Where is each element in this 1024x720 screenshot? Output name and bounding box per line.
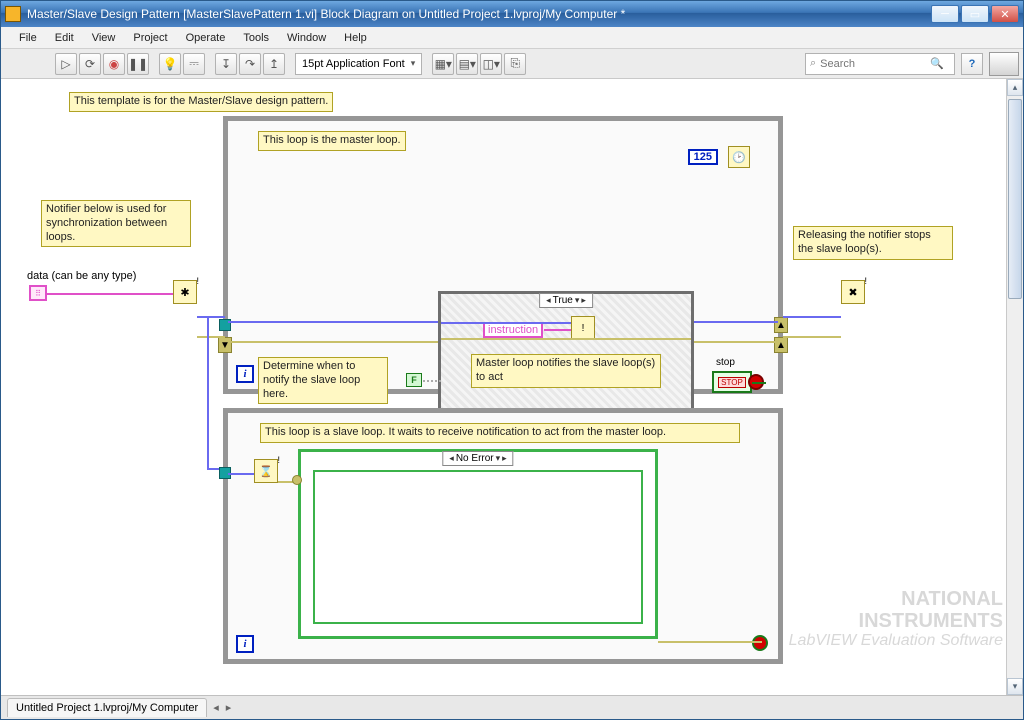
notifier-desc-label: Notifier below is used for synchronizati… (41, 200, 191, 247)
pause-button[interactable]: ❚❚ (127, 53, 149, 75)
scroll-down-button[interactable]: ▾ (1007, 678, 1023, 695)
stop-button-control[interactable]: stop STOP (712, 371, 752, 407)
menu-file[interactable]: File (11, 30, 45, 46)
project-path-tab[interactable]: Untitled Project 1.lvproj/My Computer (7, 698, 207, 717)
menubar: File Edit View Project Operate Tools Win… (1, 27, 1023, 49)
slave-while-loop[interactable]: i This loop is a slave loop. It waits to… (223, 408, 783, 664)
run-cont-button[interactable]: ⟳ (79, 53, 101, 75)
step-into-button[interactable]: ↧ (215, 53, 237, 75)
menu-window[interactable]: Window (279, 30, 334, 46)
vertical-scrollbar[interactable]: ▴ ▾ (1006, 79, 1023, 695)
breadcrumb-arrows-icon[interactable]: ◂ ▸ (213, 701, 233, 714)
step-out-button[interactable]: ↥ (263, 53, 285, 75)
chevron-down-icon: ▾ (411, 58, 416, 69)
block-diagram-canvas[interactable]: This template is for the Master/Slave de… (1, 79, 1023, 695)
instruction-constant[interactable]: instruction (483, 322, 543, 338)
app-icon (5, 6, 21, 22)
menu-edit[interactable]: Edit (47, 30, 82, 46)
scroll-thumb[interactable] (1008, 99, 1022, 299)
retain-wire-button[interactable]: ⎓ (183, 53, 205, 75)
metronome-icon: 🕑 (728, 146, 750, 168)
loop-condition-terminal-icon (752, 635, 768, 651)
wait-notification-node-icon[interactable]: ⌛! (254, 459, 278, 483)
chevron-right-icon: ▸ (581, 295, 586, 306)
stop-label: stop (716, 357, 735, 368)
scroll-up-button[interactable]: ▴ (1007, 79, 1023, 96)
menu-project[interactable]: Project (125, 30, 175, 46)
search-input[interactable] (820, 58, 930, 70)
shift-register-left: ▼ (218, 337, 232, 353)
master-notifies-label: Master loop notifies the slave loop(s) t… (471, 354, 661, 388)
vi-icon-button[interactable] (989, 52, 1019, 76)
case-noerror-label: No Error (456, 453, 494, 464)
release-notifier-node-icon[interactable]: ✖! (841, 280, 865, 304)
data-type-terminal-icon[interactable]: ⠿ (29, 285, 47, 301)
shift-register-right-2: ▲ (774, 337, 788, 353)
toolbar: ▷ ⟳ ◉ ❚❚ 💡 ⎓ ↧ ↷ ↥ 15pt Application Font… (1, 49, 1023, 79)
false-constant[interactable]: F (406, 373, 422, 387)
obtain-notifier-node-icon[interactable]: ✱! (173, 280, 197, 304)
minimize-button[interactable]: ─ (931, 5, 959, 23)
template-label: This template is for the Master/Slave de… (69, 92, 333, 112)
font-selector[interactable]: 15pt Application Font ▾ (295, 53, 422, 75)
chevron-left-icon: ◂ (449, 453, 454, 464)
case-true-label: True (553, 295, 573, 306)
chevron-right-icon: ▸ (502, 453, 507, 464)
chevron-left-icon: ◂ (546, 295, 551, 306)
menu-view[interactable]: View (84, 30, 124, 46)
window-title: Master/Slave Design Pattern [MasterSlave… (27, 7, 931, 21)
step-over-button[interactable]: ↷ (239, 53, 261, 75)
reorder-button[interactable]: ⎘ (504, 53, 526, 75)
case-selector-noerror[interactable]: ◂ No Error ▾ ▸ (442, 451, 513, 466)
case-structure-noerror[interactable]: ◂ No Error ▾ ▸ (298, 449, 658, 639)
app-window: Master/Slave Design Pattern [MasterSlave… (0, 0, 1024, 720)
master-while-loop[interactable]: i This loop is the master loop. 125 🕑 ▼ … (223, 116, 783, 394)
data-terminal-label: data (can be any type) (27, 270, 136, 282)
determine-label: Determine when to notify the slave loop … (258, 357, 388, 404)
resize-button[interactable]: ◫▾ (480, 53, 502, 75)
search-box[interactable]: ⌕ 🔍 (805, 53, 955, 75)
releasing-label: Releasing the notifier stops the slave l… (793, 226, 953, 260)
titlebar: Master/Slave Design Pattern [MasterSlave… (1, 1, 1023, 27)
case-structure-true[interactable]: ◂ True ▾ ▸ instruction ! Master loop not… (438, 291, 694, 421)
font-label: 15pt Application Font (302, 58, 405, 70)
menu-operate[interactable]: Operate (178, 30, 234, 46)
watermark: NATIONAL INSTRUMENTS LabVIEW Evaluation … (789, 588, 1003, 650)
menu-tools[interactable]: Tools (235, 30, 277, 46)
distribute-button[interactable]: ▤▾ (456, 53, 478, 75)
master-loop-label: This loop is the master loop. (258, 131, 406, 151)
run-button[interactable]: ▷ (55, 53, 77, 75)
search-icon: ⌕ (810, 57, 816, 70)
menu-help[interactable]: Help (336, 30, 375, 46)
iteration-terminal-icon: i (236, 365, 254, 383)
send-notification-node-icon[interactable]: ! (571, 316, 595, 340)
case-selector-true[interactable]: ◂ True ▾ ▸ (539, 293, 593, 308)
highlight-exec-button[interactable]: 💡 (159, 53, 181, 75)
inner-sequence-frame (313, 470, 643, 624)
stop-inner-label: STOP (718, 377, 746, 388)
maximize-button[interactable]: ▭ (961, 5, 989, 23)
shift-register-right-1: ▲ (774, 317, 788, 333)
align-button[interactable]: ▦▾ (432, 53, 454, 75)
chevron-down-icon: ▾ (575, 295, 580, 306)
timing-constant[interactable]: 125 (688, 149, 718, 165)
slave-loop-label: This loop is a slave loop. It waits to r… (260, 423, 740, 443)
close-button[interactable]: ✕ (991, 5, 1019, 23)
iteration-terminal-icon-2: i (236, 635, 254, 653)
chevron-down-icon: ▾ (496, 453, 501, 464)
abort-button[interactable]: ◉ (103, 53, 125, 75)
search-go-icon[interactable]: 🔍 (930, 57, 944, 70)
context-help-button[interactable]: ? (961, 53, 983, 75)
selector-terminal-icon (292, 475, 302, 485)
statusbar: Untitled Project 1.lvproj/My Computer ◂ … (1, 695, 1023, 719)
